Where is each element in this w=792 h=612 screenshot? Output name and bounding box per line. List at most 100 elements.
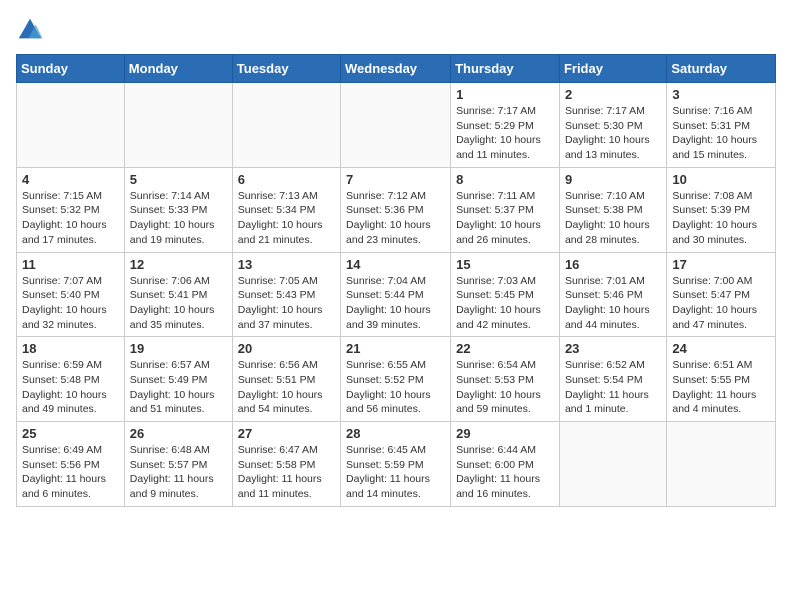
weekday-header-friday: Friday [559, 55, 666, 83]
calendar-cell: 8 Sunrise: 7:11 AM Sunset: 5:37 PM Daylig… [451, 167, 560, 252]
calendar-cell [124, 83, 232, 168]
day-info: Sunrise: 6:57 AM Sunset: 5:49 PM Dayligh… [130, 358, 227, 417]
day-info: Sunrise: 6:44 AM Sunset: 6:00 PM Dayligh… [456, 443, 554, 502]
calendar-cell: 10 Sunrise: 7:08 AM Sunset: 5:39 PM Dayli… [667, 167, 776, 252]
day-number: 20 [238, 341, 335, 356]
calendar-week-4: 18 Sunrise: 6:59 AM Sunset: 5:48 PM Dayli… [17, 337, 776, 422]
day-number: 3 [672, 87, 770, 102]
calendar-cell: 21 Sunrise: 6:55 AM Sunset: 5:52 PM Dayli… [341, 337, 451, 422]
day-info: Sunrise: 7:13 AM Sunset: 5:34 PM Dayligh… [238, 189, 335, 248]
calendar-cell: 4Sunrise: 7:15 AM Sunset: 5:32 PM Daylig… [17, 167, 125, 252]
calendar-cell: 29 Sunrise: 6:44 AM Sunset: 6:00 PM Dayli… [451, 422, 560, 507]
calendar-cell: 26 Sunrise: 6:48 AM Sunset: 5:57 PM Dayli… [124, 422, 232, 507]
calendar-cell: 27 Sunrise: 6:47 AM Sunset: 5:58 PM Dayli… [232, 422, 340, 507]
day-info: Sunrise: 6:48 AM Sunset: 5:57 PM Dayligh… [130, 443, 227, 502]
calendar-cell: 12 Sunrise: 7:06 AM Sunset: 5:41 PM Dayli… [124, 252, 232, 337]
day-info: Sunrise: 7:08 AM Sunset: 5:39 PM Dayligh… [672, 189, 770, 248]
weekday-header-tuesday: Tuesday [232, 55, 340, 83]
weekday-header-row: SundayMondayTuesdayWednesdayThursdayFrid… [17, 55, 776, 83]
day-number: 7 [346, 172, 445, 187]
day-info: Sunrise: 6:51 AM Sunset: 5:55 PM Dayligh… [672, 358, 770, 417]
day-info: Sunrise: 7:01 AM Sunset: 5:46 PM Dayligh… [565, 274, 661, 333]
day-number: 10 [672, 172, 770, 187]
calendar-week-2: 4Sunrise: 7:15 AM Sunset: 5:32 PM Daylig… [17, 167, 776, 252]
day-info: Sunrise: 6:45 AM Sunset: 5:59 PM Dayligh… [346, 443, 445, 502]
day-info: Sunrise: 6:49 AM Sunset: 5:56 PM Dayligh… [22, 443, 119, 502]
day-info: Sunrise: 7:11 AM Sunset: 5:37 PM Dayligh… [456, 189, 554, 248]
day-info: Sunrise: 6:54 AM Sunset: 5:53 PM Dayligh… [456, 358, 554, 417]
day-number: 28 [346, 426, 445, 441]
logo [16, 16, 48, 44]
day-info: Sunrise: 6:59 AM Sunset: 5:48 PM Dayligh… [22, 358, 119, 417]
calendar-cell: 7 Sunrise: 7:12 AM Sunset: 5:36 PM Daylig… [341, 167, 451, 252]
day-info: Sunrise: 7:17 AM Sunset: 5:30 PM Dayligh… [565, 104, 661, 163]
logo-icon [16, 16, 44, 44]
day-number: 21 [346, 341, 445, 356]
day-number: 6 [238, 172, 335, 187]
calendar-cell: 1Sunrise: 7:17 AM Sunset: 5:29 PM Daylig… [451, 83, 560, 168]
day-info: Sunrise: 7:05 AM Sunset: 5:43 PM Dayligh… [238, 274, 335, 333]
calendar-cell: 2 Sunrise: 7:17 AM Sunset: 5:30 PM Daylig… [559, 83, 666, 168]
day-info: Sunrise: 7:12 AM Sunset: 5:36 PM Dayligh… [346, 189, 445, 248]
day-number: 5 [130, 172, 227, 187]
calendar-cell: 19 Sunrise: 6:57 AM Sunset: 5:49 PM Dayli… [124, 337, 232, 422]
day-number: 11 [22, 257, 119, 272]
day-number: 17 [672, 257, 770, 272]
day-number: 19 [130, 341, 227, 356]
day-number: 2 [565, 87, 661, 102]
day-number: 16 [565, 257, 661, 272]
day-info: Sunrise: 7:07 AM Sunset: 5:40 PM Dayligh… [22, 274, 119, 333]
day-info: Sunrise: 7:17 AM Sunset: 5:29 PM Dayligh… [456, 104, 554, 163]
calendar-cell [559, 422, 666, 507]
day-info: Sunrise: 6:56 AM Sunset: 5:51 PM Dayligh… [238, 358, 335, 417]
calendar-week-5: 25Sunrise: 6:49 AM Sunset: 5:56 PM Dayli… [17, 422, 776, 507]
day-number: 8 [456, 172, 554, 187]
weekday-header-wednesday: Wednesday [341, 55, 451, 83]
header [16, 16, 776, 44]
calendar-cell: 25Sunrise: 6:49 AM Sunset: 5:56 PM Dayli… [17, 422, 125, 507]
day-number: 29 [456, 426, 554, 441]
weekday-header-monday: Monday [124, 55, 232, 83]
day-number: 22 [456, 341, 554, 356]
calendar-week-1: 1Sunrise: 7:17 AM Sunset: 5:29 PM Daylig… [17, 83, 776, 168]
day-number: 9 [565, 172, 661, 187]
calendar-cell: 28 Sunrise: 6:45 AM Sunset: 5:59 PM Dayli… [341, 422, 451, 507]
day-number: 15 [456, 257, 554, 272]
day-info: Sunrise: 7:10 AM Sunset: 5:38 PM Dayligh… [565, 189, 661, 248]
day-number: 12 [130, 257, 227, 272]
day-number: 13 [238, 257, 335, 272]
weekday-header-thursday: Thursday [451, 55, 560, 83]
calendar-cell: 22 Sunrise: 6:54 AM Sunset: 5:53 PM Dayli… [451, 337, 560, 422]
calendar-cell: 13 Sunrise: 7:05 AM Sunset: 5:43 PM Dayli… [232, 252, 340, 337]
calendar-week-3: 11 Sunrise: 7:07 AM Sunset: 5:40 PM Dayli… [17, 252, 776, 337]
calendar-cell [667, 422, 776, 507]
calendar-cell: 6 Sunrise: 7:13 AM Sunset: 5:34 PM Daylig… [232, 167, 340, 252]
calendar-cell: 23 Sunrise: 6:52 AM Sunset: 5:54 PM Dayli… [559, 337, 666, 422]
calendar-table: SundayMondayTuesdayWednesdayThursdayFrid… [16, 54, 776, 507]
day-number: 27 [238, 426, 335, 441]
day-info: Sunrise: 7:03 AM Sunset: 5:45 PM Dayligh… [456, 274, 554, 333]
day-info: Sunrise: 6:47 AM Sunset: 5:58 PM Dayligh… [238, 443, 335, 502]
weekday-header-saturday: Saturday [667, 55, 776, 83]
day-number: 26 [130, 426, 227, 441]
calendar-cell [232, 83, 340, 168]
day-info: Sunrise: 7:16 AM Sunset: 5:31 PM Dayligh… [672, 104, 770, 163]
calendar-cell: 14 Sunrise: 7:04 AM Sunset: 5:44 PM Dayli… [341, 252, 451, 337]
calendar-cell [17, 83, 125, 168]
calendar-cell: 16 Sunrise: 7:01 AM Sunset: 5:46 PM Dayli… [559, 252, 666, 337]
day-info: Sunrise: 6:52 AM Sunset: 5:54 PM Dayligh… [565, 358, 661, 417]
calendar-cell: 20 Sunrise: 6:56 AM Sunset: 5:51 PM Dayli… [232, 337, 340, 422]
calendar-cell: 17 Sunrise: 7:00 AM Sunset: 5:47 PM Dayli… [667, 252, 776, 337]
day-info: Sunrise: 7:15 AM Sunset: 5:32 PM Dayligh… [22, 189, 119, 248]
day-info: Sunrise: 7:06 AM Sunset: 5:41 PM Dayligh… [130, 274, 227, 333]
day-number: 24 [672, 341, 770, 356]
day-number: 23 [565, 341, 661, 356]
day-info: Sunrise: 7:00 AM Sunset: 5:47 PM Dayligh… [672, 274, 770, 333]
day-number: 18 [22, 341, 119, 356]
calendar-cell: 3 Sunrise: 7:16 AM Sunset: 5:31 PM Daylig… [667, 83, 776, 168]
day-info: Sunrise: 6:55 AM Sunset: 5:52 PM Dayligh… [346, 358, 445, 417]
day-info: Sunrise: 7:04 AM Sunset: 5:44 PM Dayligh… [346, 274, 445, 333]
day-number: 14 [346, 257, 445, 272]
calendar-cell: 5Sunrise: 7:14 AM Sunset: 5:33 PM Daylig… [124, 167, 232, 252]
calendar-cell: 24 Sunrise: 6:51 AM Sunset: 5:55 PM Dayli… [667, 337, 776, 422]
